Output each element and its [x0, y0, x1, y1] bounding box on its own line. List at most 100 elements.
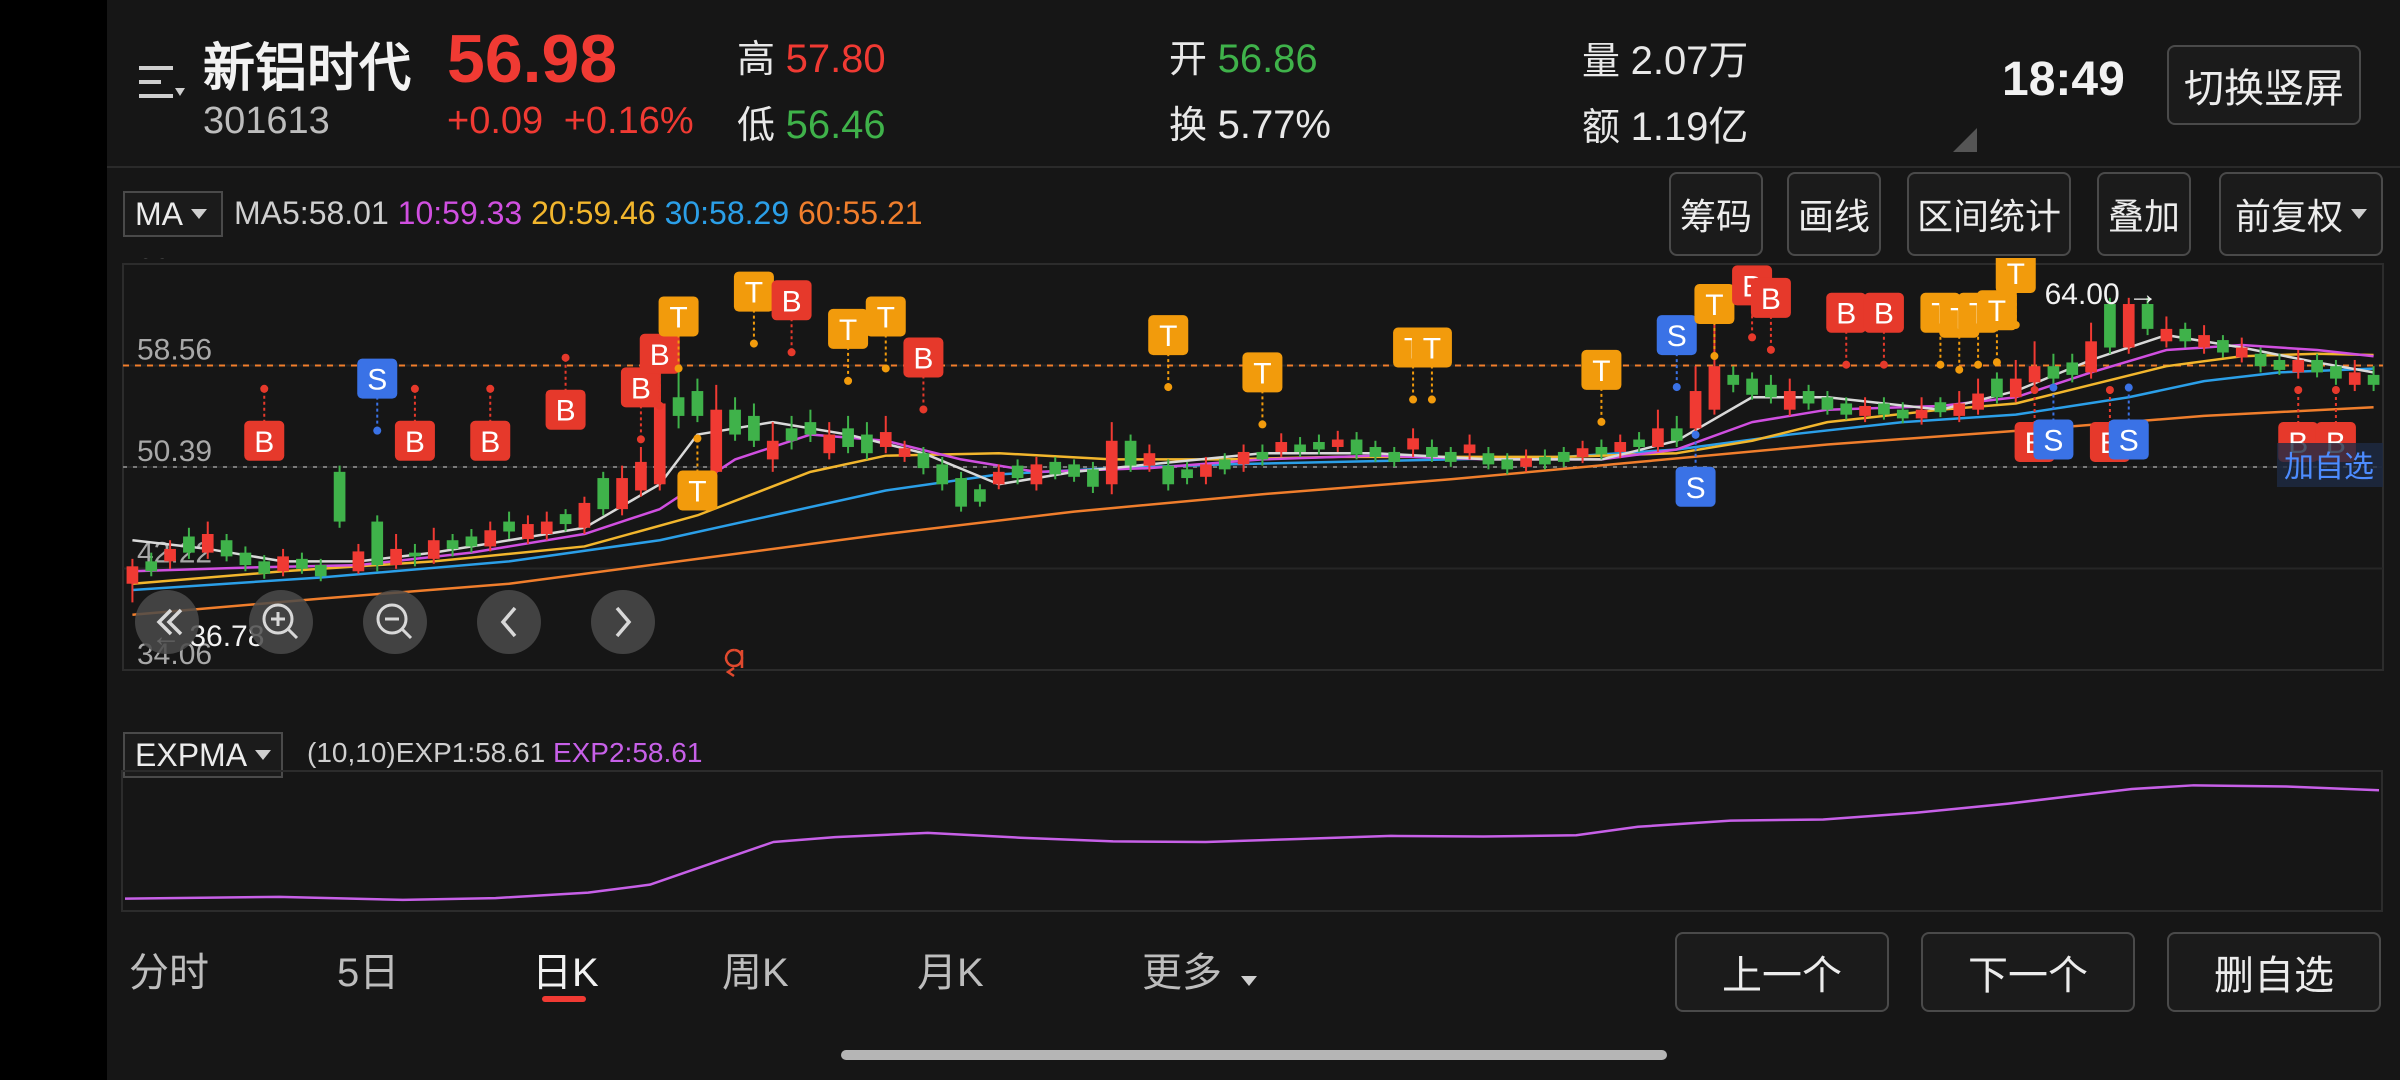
candle-down — [2179, 328, 2192, 342]
candle-up — [1463, 444, 1476, 454]
candle-down — [1162, 465, 1175, 485]
candle-up — [164, 548, 176, 562]
stock-code: 301613 — [203, 100, 330, 142]
candle-down — [1181, 469, 1193, 479]
tab-weekly-k[interactable]: 周K — [722, 940, 789, 998]
candle-up — [1783, 391, 1796, 410]
candle-down — [314, 565, 327, 577]
marker-label-S: S — [2043, 425, 2063, 458]
range-stats-button[interactable]: 区间统计 — [1907, 172, 2071, 256]
kline-chart[interactable]: 66.7258.5650.3942.2234.06BSBBBBBTTTBTTBT… — [107, 258, 2400, 678]
chips-button[interactable]: 筹码 — [1669, 172, 1763, 256]
candle-up — [2292, 359, 2305, 373]
marker-label-B: B — [631, 372, 651, 405]
candle-down — [1313, 442, 1325, 450]
candle-up — [2198, 335, 2210, 348]
candle-down — [503, 521, 515, 532]
candle-up — [2348, 372, 2361, 385]
expma-chart — [121, 770, 2383, 912]
marker-dot — [1748, 333, 1757, 342]
candle-down — [1482, 453, 1495, 465]
tab-daily-k[interactable]: 日K — [532, 940, 599, 998]
candle-down — [2330, 366, 2342, 379]
y-tick-label: 50.39 — [137, 435, 212, 468]
turnover-label: 换 — [1169, 105, 1208, 147]
candle-up — [427, 540, 440, 559]
candle-down — [145, 561, 158, 572]
candle-up — [2085, 341, 2097, 373]
stock-name: 新铝时代 — [203, 40, 412, 98]
candle-down — [672, 397, 685, 416]
candle-down — [2254, 353, 2267, 367]
candle-up — [1200, 464, 1212, 477]
ma20-value: 20:59.46 — [531, 195, 656, 231]
candle-up — [1105, 440, 1118, 485]
marker-dot — [1936, 360, 1945, 369]
candle-up — [1652, 428, 1664, 447]
overlay-button[interactable]: 叠加 — [2097, 172, 2191, 256]
candle-up — [1520, 458, 1532, 467]
header-divider — [107, 166, 2400, 168]
marker-dot — [410, 384, 419, 393]
marker-dot — [749, 339, 758, 348]
candle-down — [446, 540, 459, 549]
candle-down — [1444, 451, 1457, 462]
candle-down — [1840, 403, 1853, 415]
candle-down — [1991, 378, 2003, 398]
tab-more[interactable]: 更多 — [1142, 940, 1258, 998]
next-icon[interactable] — [591, 590, 655, 654]
active-tab-indicator — [542, 996, 586, 1002]
candle-down — [2367, 374, 2380, 385]
candle-down — [1934, 402, 1947, 413]
candle-up — [823, 434, 836, 454]
control-circle — [249, 590, 313, 654]
draw-line-button[interactable]: 画线 — [1787, 172, 1881, 256]
candle-down — [1727, 374, 1740, 385]
prev-icon[interactable] — [477, 590, 541, 654]
tab-monthly-k[interactable]: 月K — [917, 940, 984, 998]
candle-down — [296, 558, 308, 569]
candle-up — [1859, 405, 1871, 416]
fast-back-icon[interactable] — [135, 590, 199, 654]
expma-line — [124, 784, 2380, 902]
marker-dot — [1974, 360, 1983, 369]
marker-label-B: B — [913, 342, 933, 375]
remove-watchlist-button[interactable]: 删自选 — [2167, 932, 2381, 1012]
tab-intraday[interactable]: 分时 — [129, 940, 209, 998]
chevron-down-icon — [191, 209, 207, 219]
tab-5day[interactable]: 5日 — [337, 940, 399, 998]
zoom-in-icon[interactable] — [249, 590, 313, 654]
candle-down — [1878, 403, 1890, 415]
candle-up — [201, 534, 214, 553]
candle-down — [1087, 469, 1099, 487]
candle-down — [1256, 451, 1269, 460]
ma-select[interactable]: MA — [123, 191, 223, 237]
clock: 18:49 — [2002, 53, 2125, 106]
zoom-out-icon[interactable] — [363, 590, 427, 654]
candle-down — [371, 521, 384, 566]
candle-up — [578, 502, 591, 528]
menu-icon[interactable] — [139, 62, 185, 102]
switch-portrait-button[interactable]: 切换竖屏 — [2167, 45, 2361, 125]
candle-down — [220, 540, 233, 557]
candle-up — [1708, 366, 1721, 410]
candle-up — [710, 409, 723, 472]
change-amount: +0.09 — [447, 100, 544, 142]
candle-down — [1501, 459, 1514, 470]
candle-up — [2009, 378, 2022, 398]
ma30-value: 30:58.29 — [664, 195, 790, 231]
marker-label-S: S — [2119, 425, 2139, 458]
quote-volume: 量 2.07万 — [1582, 28, 1748, 86]
previous-button[interactable]: 上一个 — [1675, 932, 1889, 1012]
control-circle — [363, 590, 427, 654]
candle-up — [2028, 366, 2041, 383]
candle-down — [1670, 428, 1683, 441]
adjust-mode-select[interactable]: 前复权 — [2219, 172, 2383, 256]
candle-down — [409, 552, 421, 557]
candle-up — [653, 403, 666, 485]
marker-dot — [1879, 360, 1888, 369]
next-button[interactable]: 下一个 — [1921, 932, 2135, 1012]
y-tick-label: 58.56 — [137, 333, 212, 366]
ma-select-label: MA — [135, 195, 183, 232]
home-indicator[interactable] — [841, 1050, 1667, 1060]
